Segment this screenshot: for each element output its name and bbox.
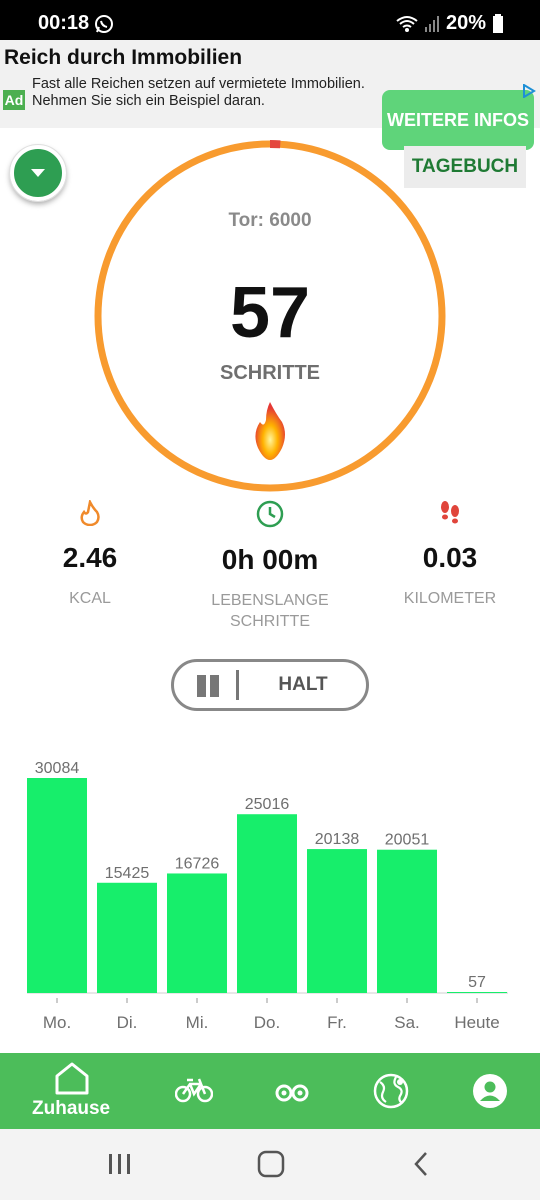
x-tick-label: Fr. <box>327 1013 347 1032</box>
step-count: 57 <box>229 273 311 353</box>
bar-value-label: 25016 <box>245 796 290 813</box>
home-button-icon[interactable] <box>257 1150 285 1178</box>
bar-di <box>97 882 157 993</box>
nav-bike[interactable] <box>160 1053 230 1129</box>
bar-do <box>237 814 297 993</box>
binoculars-icon <box>275 1084 309 1102</box>
wifi-icon <box>396 15 418 32</box>
back-icon[interactable] <box>413 1151 429 1177</box>
ad-choices-icon[interactable] <box>522 84 536 98</box>
stat-kcal: 2.46 KCAL <box>0 500 180 609</box>
nav-home-label: Zuhause <box>32 1098 111 1119</box>
x-tick-label: Do. <box>254 1013 280 1032</box>
x-tick-label: Heute <box>454 1013 499 1032</box>
dropdown-fab-button[interactable] <box>9 144 67 202</box>
nav-map[interactable] <box>356 1053 426 1129</box>
lifetime-label: LEBENSLANGE SCHRITTE <box>180 590 360 632</box>
halt-separator <box>236 670 239 700</box>
goal-text: Tor: 6000 <box>228 210 312 231</box>
nav-challenges[interactable] <box>258 1053 328 1129</box>
profile-icon <box>473 1074 507 1108</box>
status-right: 20% <box>396 12 504 35</box>
x-tick-label: Mo. <box>43 1013 71 1032</box>
bicycle-icon <box>175 1078 213 1103</box>
bar-sa <box>377 849 437 993</box>
bar-heute <box>447 992 507 993</box>
weekly-steps-chart: 30084 Mo. 15425 Di. 16726 Mi. 25016 Do. 20138 Fr.… <box>27 760 508 1032</box>
home-icon <box>55 1062 89 1095</box>
lifetime-label-line2: SCHRITTE <box>230 613 310 630</box>
distance-label: KILOMETER <box>403 590 497 607</box>
battery-percent: 20% <box>445 12 486 34</box>
bar-value-label: 30084 <box>35 760 80 777</box>
bar-value-label: 20051 <box>385 832 430 849</box>
ad-title[interactable]: Reich durch Immobilien <box>4 46 242 70</box>
halt-button[interactable]: HALT <box>171 659 369 711</box>
bar-fr <box>307 849 367 993</box>
recents-icon[interactable] <box>108 1153 132 1175</box>
stat-distance: 0.03 KILOMETER <box>360 500 540 609</box>
ad-banner[interactable]: Reich durch Immobilien Ad Fast alle Reic… <box>0 40 540 150</box>
bar-mi <box>167 873 227 993</box>
footprints-icon <box>441 501 459 524</box>
pause-icon <box>197 675 219 697</box>
ad-badge: Ad <box>3 90 25 110</box>
flame-icon <box>80 500 100 526</box>
signal-icon <box>424 15 439 32</box>
kcal-value: 2.46 <box>62 542 118 573</box>
chevron-down-icon <box>31 169 45 177</box>
fire-icon <box>255 402 285 460</box>
distance-value: 0.03 <box>422 542 478 573</box>
nav-home[interactable]: Zuhause <box>20 1053 124 1129</box>
whatsapp-icon <box>95 15 113 33</box>
bar-value-label: 16726 <box>175 855 220 872</box>
battery-icon <box>493 13 503 33</box>
stat-lifetime: 0h 00m LEBENSLANGE SCHRITTE <box>180 500 360 632</box>
bar-mo <box>27 778 87 993</box>
bar-value-label: 15425 <box>105 865 150 882</box>
status-time: 00:18 <box>38 12 90 34</box>
nav-profile[interactable] <box>455 1053 525 1129</box>
bar-value-label: 20138 <box>315 831 360 848</box>
bar-value-label: 57 <box>468 974 486 991</box>
globe-icon <box>373 1073 409 1109</box>
lifetime-value: 0h 00m <box>221 544 319 575</box>
lifetime-label-line1: LEBENSLANGE <box>211 592 329 609</box>
kcal-label: KCAL <box>69 590 111 607</box>
ad-text: Fast alle Reichen setzen auf vermietete … <box>32 76 365 109</box>
system-nav-bar <box>0 1129 540 1200</box>
x-tick-label: Sa. <box>394 1013 420 1032</box>
clock-icon <box>256 500 284 528</box>
steps-label: SCHRITTE <box>220 362 320 384</box>
halt-label: HALT <box>278 674 328 695</box>
bottom-nav: Zuhause <box>0 1053 540 1129</box>
x-tick-label: Mi. <box>186 1013 209 1032</box>
x-tick-label: Di. <box>117 1013 138 1032</box>
